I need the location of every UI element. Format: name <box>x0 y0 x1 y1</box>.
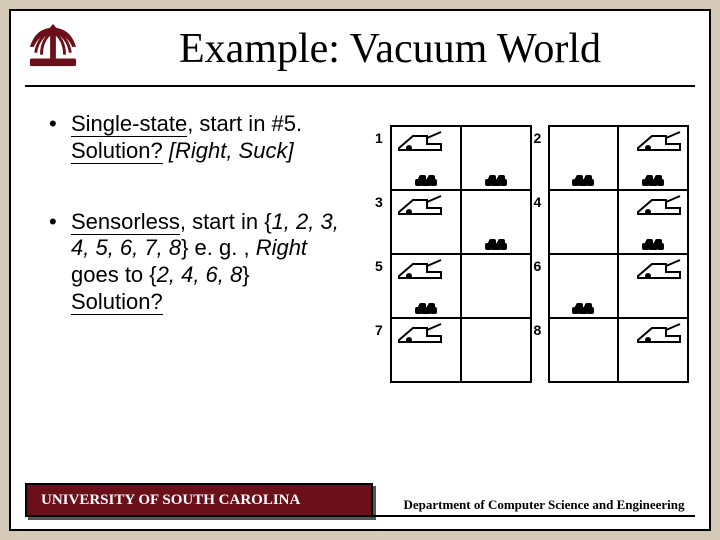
slide-body: • Single-state, start in #5. Solution? [… <box>49 111 691 471</box>
room-right <box>619 191 687 253</box>
room-right <box>462 319 530 381</box>
state-number: 4 <box>531 190 549 254</box>
title-bar: Example: Vacuum World <box>25 13 695 87</box>
bullet-1-answer: [Right, Suck] <box>163 138 294 163</box>
room-right <box>462 191 530 253</box>
vacuum-icon <box>636 322 682 344</box>
bullet-2-right: Right <box>256 235 307 260</box>
state-cell <box>391 254 531 318</box>
dirt-icon <box>645 241 661 248</box>
state-cell <box>549 126 689 190</box>
state-number: 8 <box>531 318 549 382</box>
bullet-2-question: Solution? <box>71 289 163 315</box>
university-seal-icon <box>19 11 87 79</box>
bullet-2-t4: } <box>242 262 249 287</box>
state-number: 2 <box>531 126 549 190</box>
state-number: 3 <box>373 190 391 254</box>
vacuum-icon <box>636 258 682 280</box>
state-cell <box>391 190 531 254</box>
bullet-dot-icon: • <box>49 111 71 165</box>
room-right <box>462 127 530 189</box>
vacuum-icon <box>397 130 443 152</box>
footer-university: UNIVERSITY OF SOUTH CAROLINA <box>25 483 373 517</box>
vacuum-icon <box>636 130 682 152</box>
vacuum-icon <box>397 258 443 280</box>
footer: UNIVERSITY OF SOUTH CAROLINA Department … <box>25 483 695 517</box>
bullet-2-lead: Sensorless <box>71 209 180 235</box>
bullet-2: • Sensorless, start in {1, 2, 3, 4, 5, 6… <box>49 209 359 316</box>
footer-department: Department of Computer Science and Engin… <box>373 483 695 517</box>
room-left <box>550 127 620 189</box>
slide: Example: Vacuum World • Single-state, st… <box>9 9 711 531</box>
room-left <box>550 319 620 381</box>
dirt-icon <box>575 305 591 312</box>
dirt-icon <box>488 177 504 184</box>
bullet-1-text: Single-state, start in #5. Solution? [Ri… <box>71 111 359 165</box>
bullet-2-t3: goes to { <box>71 262 157 287</box>
bullet-2-t2: } e. g. , <box>181 235 256 260</box>
room-left <box>392 191 462 253</box>
bullet-1-lead: Single-state <box>71 111 187 137</box>
state-number: 1 <box>373 126 391 190</box>
room-left <box>550 191 620 253</box>
bullet-2-text: Sensorless, start in {1, 2, 3, 4, 5, 6, … <box>71 209 359 316</box>
dirt-icon <box>645 177 661 184</box>
bullet-dot-icon: • <box>49 209 71 316</box>
state-cell <box>391 318 531 382</box>
slide-title: Example: Vacuum World <box>85 25 695 73</box>
dirt-icon <box>418 177 434 184</box>
room-left <box>392 255 462 317</box>
room-left <box>550 255 620 317</box>
vacuum-icon <box>397 322 443 344</box>
vacuum-icon <box>397 194 443 216</box>
dirt-icon <box>418 305 434 312</box>
vacuum-icon <box>636 194 682 216</box>
room-right <box>462 255 530 317</box>
bullet-2-t1: , start in { <box>180 209 272 234</box>
room-right <box>619 127 687 189</box>
bullet-1: • Single-state, start in #5. Solution? [… <box>49 111 359 165</box>
bullet-list: • Single-state, start in #5. Solution? [… <box>49 111 359 316</box>
bullet-1-question: Solution? <box>71 138 163 164</box>
room-right <box>619 255 687 317</box>
state-number: 5 <box>373 254 391 318</box>
dirt-icon <box>488 241 504 248</box>
state-number: 6 <box>531 254 549 318</box>
vacuum-states-diagram: 1 2 3 4 5 6 7 8 <box>373 125 689 383</box>
room-left <box>392 127 462 189</box>
room-right <box>619 319 687 381</box>
states-grid: 1 2 3 4 5 6 7 8 <box>373 125 689 383</box>
bullet-1-tail: , start in #5. <box>187 111 302 136</box>
state-number: 7 <box>373 318 391 382</box>
bullet-2-set2: 2, 4, 6, 8 <box>157 262 243 287</box>
state-cell <box>549 254 689 318</box>
state-cell <box>549 190 689 254</box>
dirt-icon <box>575 177 591 184</box>
state-cell <box>549 318 689 382</box>
room-left <box>392 319 462 381</box>
state-cell <box>391 126 531 190</box>
